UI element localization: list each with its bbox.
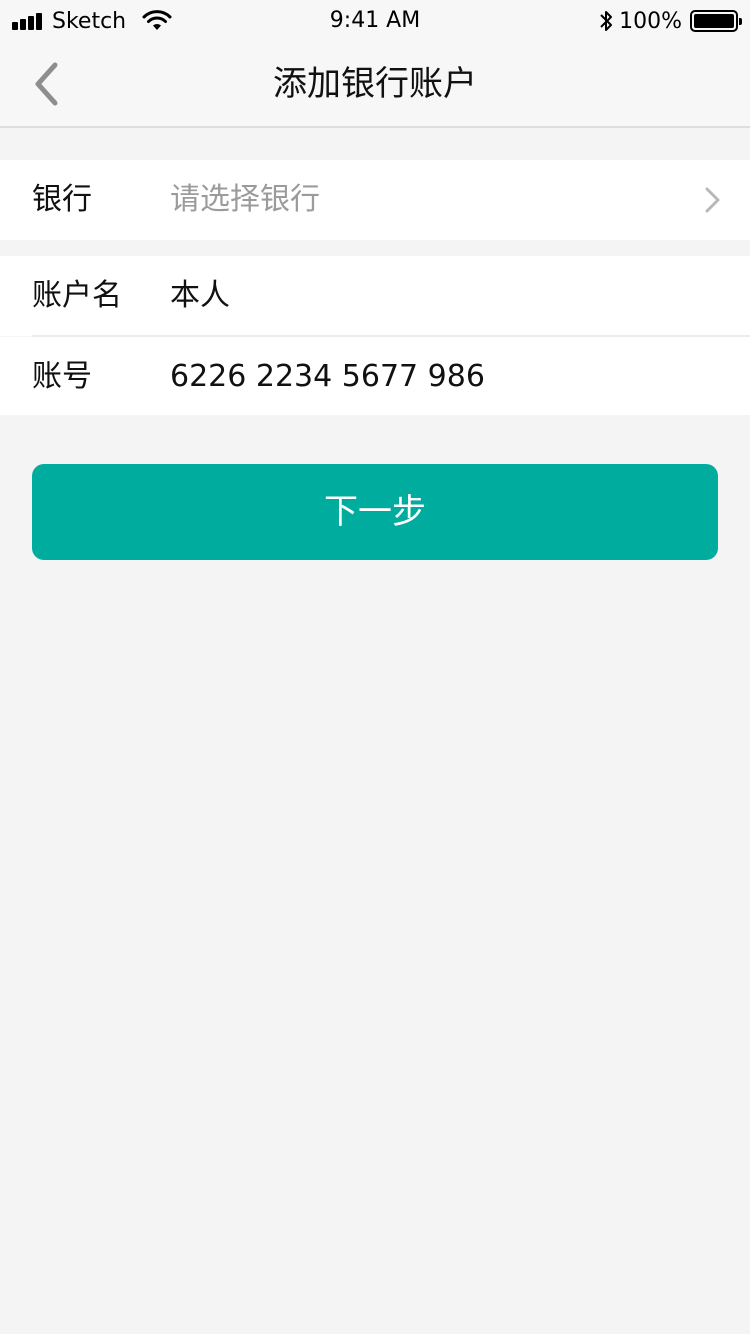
bank-label: 银行 <box>32 182 92 217</box>
battery-icon <box>690 10 742 32</box>
account-number-field[interactable]: 6226 2234 5677 986 <box>170 337 485 417</box>
status-bar: Sketch 9:41 AM 100% <box>0 0 750 40</box>
account-number-row: 账号 6226 2234 5677 986 <box>0 337 750 415</box>
chevron-right-icon <box>705 187 720 213</box>
navigation-bar: 添加银行账户 <box>0 40 750 128</box>
next-button[interactable]: 下一步 <box>32 464 718 560</box>
account-number-label: 账号 <box>32 359 92 394</box>
bank-select-placeholder[interactable]: 请选择银行 <box>170 160 320 240</box>
screen: Sketch 9:41 AM 100% 添加银行账户 银行 请选择银行 账户名 … <box>0 0 750 1334</box>
status-right: 100% <box>599 6 742 36</box>
bank-select-row[interactable]: 银行 请选择银行 <box>0 160 750 240</box>
account-name-row: 账户名 本人 <box>0 256 750 336</box>
battery-percentage: 100% <box>619 8 682 34</box>
page-title: 添加银行账户 <box>273 64 477 104</box>
account-name-label: 账户名 <box>32 278 122 313</box>
account-name-field[interactable]: 本人 <box>170 256 230 336</box>
bluetooth-icon <box>600 11 613 31</box>
